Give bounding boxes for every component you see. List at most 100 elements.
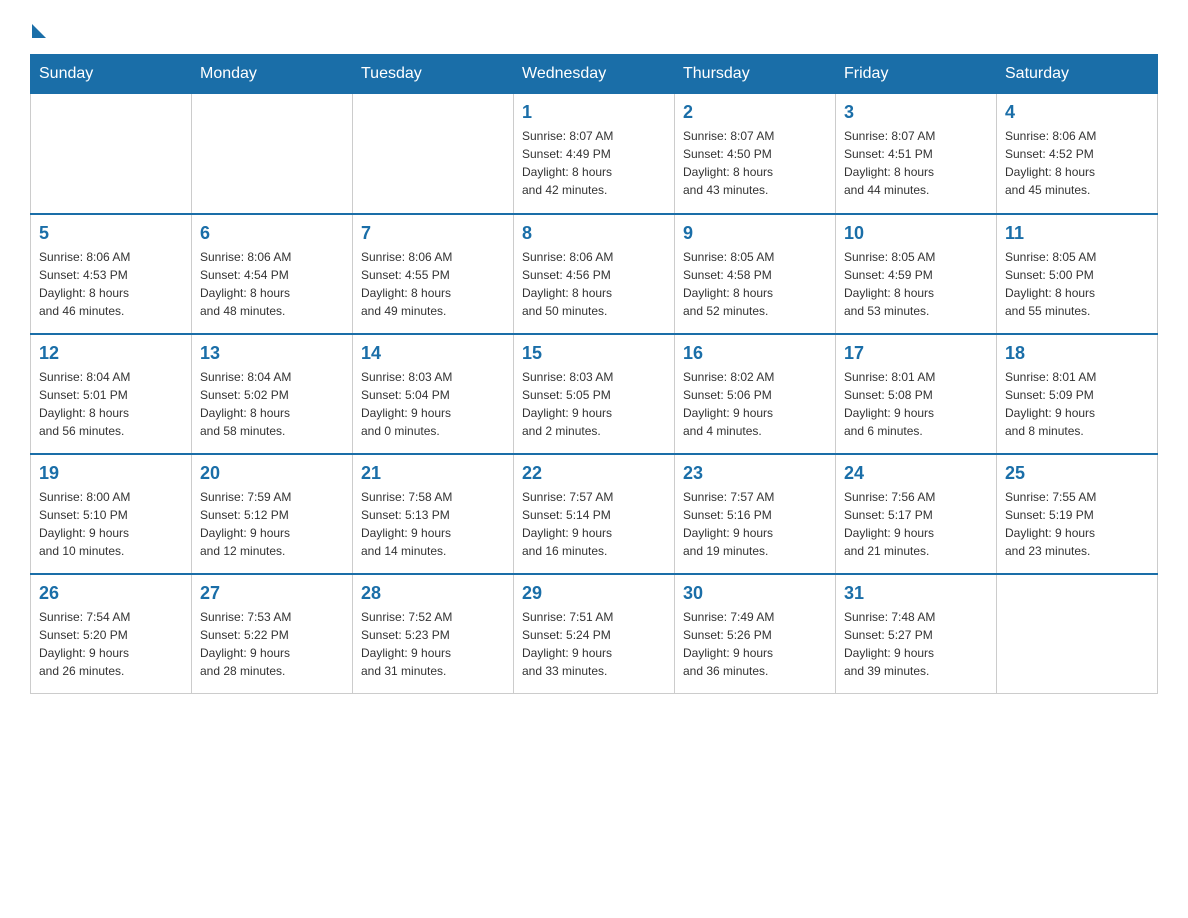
day-info: Sunrise: 7:56 AMSunset: 5:17 PMDaylight:… (844, 488, 988, 560)
day-info: Sunrise: 7:48 AMSunset: 5:27 PMDaylight:… (844, 608, 988, 680)
day-info: Sunrise: 7:54 AMSunset: 5:20 PMDaylight:… (39, 608, 183, 680)
day-number: 31 (844, 583, 988, 604)
day-info: Sunrise: 8:07 AMSunset: 4:49 PMDaylight:… (522, 127, 666, 199)
calendar-cell: 25Sunrise: 7:55 AMSunset: 5:19 PMDayligh… (997, 454, 1158, 574)
day-number: 13 (200, 343, 344, 364)
day-info: Sunrise: 7:57 AMSunset: 5:16 PMDaylight:… (683, 488, 827, 560)
calendar-cell: 12 Sunrise: 8:04 AMSunset: 5:01 PMDayligh… (31, 334, 192, 454)
day-number: 8 (522, 223, 666, 244)
day-number: 15 (522, 343, 666, 364)
day-number: 27 (200, 583, 344, 604)
calendar-cell: 19Sunrise: 8:00 AMSunset: 5:10 PMDayligh… (31, 454, 192, 574)
day-number: 11 (1005, 223, 1149, 244)
day-header-friday: Friday (836, 55, 997, 94)
day-info: Sunrise: 8:06 AMSunset: 4:53 PMDaylight:… (39, 248, 183, 320)
day-header-wednesday: Wednesday (514, 55, 675, 94)
calendar-cell: 27 Sunrise: 7:53 AMSunset: 5:22 PMDayligh… (192, 574, 353, 694)
day-number: 3 (844, 102, 988, 123)
calendar-cell: 11 Sunrise: 8:05 AMSunset: 5:00 PMDayligh… (997, 214, 1158, 334)
calendar-table: SundayMondayTuesdayWednesdayThursdayFrid… (30, 54, 1158, 694)
calendar-cell: 31 Sunrise: 7:48 AMSunset: 5:27 PMDayligh… (836, 574, 997, 694)
day-header-sunday: Sunday (31, 55, 192, 94)
day-info: Sunrise: 8:04 AMSunset: 5:01 PMDaylight:… (39, 368, 183, 440)
day-number: 4 (1005, 102, 1149, 123)
day-number: 20 (200, 463, 344, 484)
logo-arrow-icon (32, 24, 46, 38)
calendar-cell: 9 Sunrise: 8:05 AMSunset: 4:58 PMDaylight… (675, 214, 836, 334)
calendar-cell: 30Sunrise: 7:49 AMSunset: 5:26 PMDayligh… (675, 574, 836, 694)
day-number: 16 (683, 343, 827, 364)
day-number: 28 (361, 583, 505, 604)
day-info: Sunrise: 7:58 AMSunset: 5:13 PMDaylight:… (361, 488, 505, 560)
day-number: 2 (683, 102, 827, 123)
day-info: Sunrise: 8:06 AMSunset: 4:55 PMDaylight:… (361, 248, 505, 320)
day-info: Sunrise: 7:57 AMSunset: 5:14 PMDaylight:… (522, 488, 666, 560)
day-info: Sunrise: 8:01 AMSunset: 5:08 PMDaylight:… (844, 368, 988, 440)
day-header-thursday: Thursday (675, 55, 836, 94)
calendar-cell: 1 Sunrise: 8:07 AMSunset: 4:49 PMDaylight… (514, 94, 675, 214)
calendar-cell: 3 Sunrise: 8:07 AMSunset: 4:51 PMDaylight… (836, 94, 997, 214)
day-number: 5 (39, 223, 183, 244)
day-number: 7 (361, 223, 505, 244)
day-header-monday: Monday (192, 55, 353, 94)
calendar-cell: 24 Sunrise: 7:56 AMSunset: 5:17 PMDayligh… (836, 454, 997, 574)
calendar-cell: 17 Sunrise: 8:01 AMSunset: 5:08 PMDayligh… (836, 334, 997, 454)
calendar-cell: 2Sunrise: 8:07 AMSunset: 4:50 PMDaylight… (675, 94, 836, 214)
day-info: Sunrise: 8:05 AMSunset: 4:58 PMDaylight:… (683, 248, 827, 320)
day-info: Sunrise: 8:02 AMSunset: 5:06 PMDaylight:… (683, 368, 827, 440)
calendar-cell: 29Sunrise: 7:51 AMSunset: 5:24 PMDayligh… (514, 574, 675, 694)
calendar-cell (997, 574, 1158, 694)
calendar-cell: 15Sunrise: 8:03 AMSunset: 5:05 PMDayligh… (514, 334, 675, 454)
calendar-cell: 21 Sunrise: 7:58 AMSunset: 5:13 PMDayligh… (353, 454, 514, 574)
calendar-cell: 20 Sunrise: 7:59 AMSunset: 5:12 PMDayligh… (192, 454, 353, 574)
calendar-cell: 16 Sunrise: 8:02 AMSunset: 5:06 PMDayligh… (675, 334, 836, 454)
page-header (30, 20, 1158, 34)
calendar-cell: 6Sunrise: 8:06 AMSunset: 4:54 PMDaylight… (192, 214, 353, 334)
calendar-cell: 7 Sunrise: 8:06 AMSunset: 4:55 PMDaylight… (353, 214, 514, 334)
calendar-cell: 18 Sunrise: 8:01 AMSunset: 5:09 PMDayligh… (997, 334, 1158, 454)
day-info: Sunrise: 7:59 AMSunset: 5:12 PMDaylight:… (200, 488, 344, 560)
calendar-cell (31, 94, 192, 214)
calendar-cell: 23 Sunrise: 7:57 AMSunset: 5:16 PMDayligh… (675, 454, 836, 574)
day-number: 17 (844, 343, 988, 364)
calendar-cell: 28 Sunrise: 7:52 AMSunset: 5:23 PMDayligh… (353, 574, 514, 694)
day-info: Sunrise: 7:53 AMSunset: 5:22 PMDaylight:… (200, 608, 344, 680)
day-number: 19 (39, 463, 183, 484)
day-header-tuesday: Tuesday (353, 55, 514, 94)
calendar-header-row: SundayMondayTuesdayWednesdayThursdayFrid… (31, 55, 1158, 94)
day-info: Sunrise: 7:51 AMSunset: 5:24 PMDaylight:… (522, 608, 666, 680)
calendar-week-row: 5 Sunrise: 8:06 AMSunset: 4:53 PMDaylight… (31, 214, 1158, 334)
calendar-week-row: 19Sunrise: 8:00 AMSunset: 5:10 PMDayligh… (31, 454, 1158, 574)
calendar-cell: 13Sunrise: 8:04 AMSunset: 5:02 PMDayligh… (192, 334, 353, 454)
day-info: Sunrise: 8:05 AMSunset: 4:59 PMDaylight:… (844, 248, 988, 320)
day-info: Sunrise: 8:07 AMSunset: 4:51 PMDaylight:… (844, 127, 988, 199)
calendar-cell: 10 Sunrise: 8:05 AMSunset: 4:59 PMDayligh… (836, 214, 997, 334)
calendar-week-row: 1 Sunrise: 8:07 AMSunset: 4:49 PMDaylight… (31, 94, 1158, 214)
day-info: Sunrise: 7:49 AMSunset: 5:26 PMDaylight:… (683, 608, 827, 680)
day-number: 6 (200, 223, 344, 244)
day-info: Sunrise: 7:52 AMSunset: 5:23 PMDaylight:… (361, 608, 505, 680)
calendar-cell: 5 Sunrise: 8:06 AMSunset: 4:53 PMDaylight… (31, 214, 192, 334)
day-number: 24 (844, 463, 988, 484)
day-number: 10 (844, 223, 988, 244)
day-number: 26 (39, 583, 183, 604)
day-info: Sunrise: 7:55 AMSunset: 5:19 PMDaylight:… (1005, 488, 1149, 560)
day-info: Sunrise: 8:01 AMSunset: 5:09 PMDaylight:… (1005, 368, 1149, 440)
calendar-week-row: 26 Sunrise: 7:54 AMSunset: 5:20 PMDayligh… (31, 574, 1158, 694)
day-number: 22 (522, 463, 666, 484)
day-number: 12 (39, 343, 183, 364)
day-info: Sunrise: 8:05 AMSunset: 5:00 PMDaylight:… (1005, 248, 1149, 320)
day-number: 1 (522, 102, 666, 123)
calendar-cell: 8Sunrise: 8:06 AMSunset: 4:56 PMDaylight… (514, 214, 675, 334)
calendar-cell (192, 94, 353, 214)
day-number: 18 (1005, 343, 1149, 364)
day-number: 21 (361, 463, 505, 484)
day-number: 14 (361, 343, 505, 364)
day-number: 23 (683, 463, 827, 484)
calendar-cell: 14 Sunrise: 8:03 AMSunset: 5:04 PMDayligh… (353, 334, 514, 454)
calendar-cell: 4Sunrise: 8:06 AMSunset: 4:52 PMDaylight… (997, 94, 1158, 214)
calendar-cell: 26 Sunrise: 7:54 AMSunset: 5:20 PMDayligh… (31, 574, 192, 694)
day-number: 9 (683, 223, 827, 244)
calendar-week-row: 12 Sunrise: 8:04 AMSunset: 5:01 PMDayligh… (31, 334, 1158, 454)
day-info: Sunrise: 8:03 AMSunset: 5:04 PMDaylight:… (361, 368, 505, 440)
